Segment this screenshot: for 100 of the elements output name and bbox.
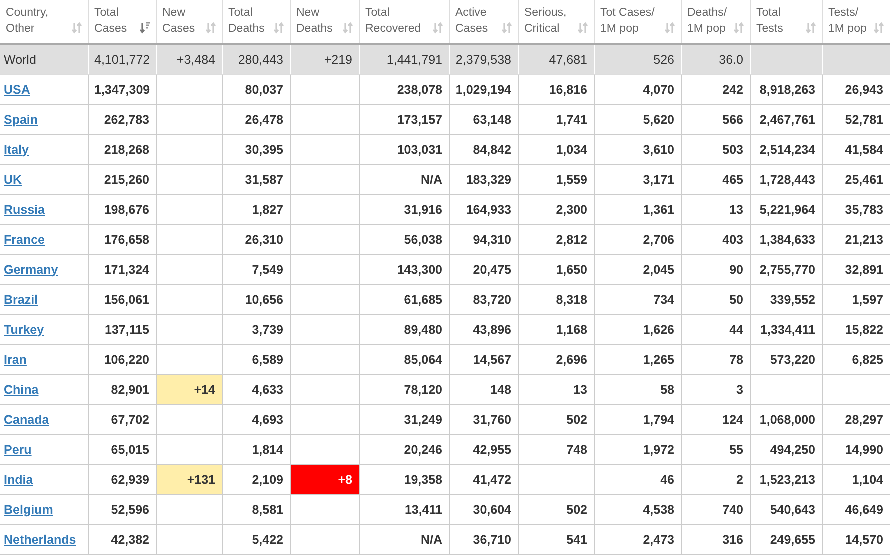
table-cell: 748: [518, 434, 594, 464]
table-cell: 85,064: [359, 344, 449, 374]
sort-icon: [206, 22, 216, 34]
table-cell: 526: [594, 44, 681, 74]
country-link[interactable]: India: [4, 472, 34, 486]
table-cell: 734: [594, 284, 681, 314]
table-cell: 62,939: [88, 464, 156, 494]
table-cell: 4,538: [594, 494, 681, 524]
country-link[interactable]: USA: [4, 82, 30, 96]
table-cell: 1,523,213: [750, 464, 822, 494]
country-link[interactable]: Brazil: [4, 292, 38, 306]
table-cell: 249,655: [750, 524, 822, 554]
table-cell: 103,031: [359, 134, 449, 164]
country-link[interactable]: France: [4, 232, 45, 246]
table-cell: 50: [681, 284, 750, 314]
table-cell: 80,037: [222, 74, 290, 104]
table-cell: 1,068,000: [750, 404, 822, 434]
table-cell: 502: [518, 404, 594, 434]
country-link[interactable]: Russia: [4, 202, 45, 216]
sort-icon: [502, 22, 512, 34]
table-cell: 61,685: [359, 284, 449, 314]
table-cell: 1,650: [518, 254, 594, 284]
table-cell: +219: [290, 44, 359, 74]
table-cell: 2,109: [222, 464, 290, 494]
table-cell: 65,015: [88, 434, 156, 464]
table-cell: 78: [681, 344, 750, 374]
table-cell: 41,472: [449, 464, 518, 494]
table-cell: 8,918,263: [750, 74, 822, 104]
country-link[interactable]: Belgium: [4, 502, 54, 516]
table-cell: 2,045: [594, 254, 681, 284]
table-cell: 26,478: [222, 104, 290, 134]
table-cell: 2,300: [518, 194, 594, 224]
table-cell: 3,171: [594, 164, 681, 194]
table-cell: 5,422: [222, 524, 290, 554]
table-cell: 8,318: [518, 284, 594, 314]
table-cell: 171,324: [88, 254, 156, 284]
table-cell: 56,038: [359, 224, 449, 254]
table-cell: 6,589: [222, 344, 290, 374]
table-cell: 540,643: [750, 494, 822, 524]
table-cell: 1,741: [518, 104, 594, 134]
country-link[interactable]: Spain: [4, 112, 38, 126]
table-cell: 403: [681, 224, 750, 254]
country-link[interactable]: Turkey: [4, 322, 44, 336]
country-link[interactable]: Peru: [4, 442, 32, 456]
table-cell: 1,361: [594, 194, 681, 224]
table-cell: 164,933: [449, 194, 518, 224]
table-cell: 503: [681, 134, 750, 164]
table-cell: 36,710: [449, 524, 518, 554]
table-cell: 2,755,770: [750, 254, 822, 284]
country-link[interactable]: Iran: [4, 352, 27, 366]
table-cell: 1,626: [594, 314, 681, 344]
table-cell: 89,480: [359, 314, 449, 344]
table-cell: 566: [681, 104, 750, 134]
table-cell: 2: [681, 464, 750, 494]
table-cell: 42,955: [449, 434, 518, 464]
table-cell: 2,473: [594, 524, 681, 554]
table-cell: 465: [681, 164, 750, 194]
country-link[interactable]: Germany: [4, 262, 58, 276]
country-link[interactable]: UK: [4, 172, 22, 186]
country-link[interactable]: Netherlands: [4, 532, 76, 546]
table-cell: 1,029,194: [449, 74, 518, 104]
sort-icon: [432, 22, 442, 34]
table-cell: 58: [594, 374, 681, 404]
table-cell: 1,728,443: [750, 164, 822, 194]
table-cell: 52,596: [88, 494, 156, 524]
country-link[interactable]: Canada: [4, 412, 50, 426]
table-cell: 2,812: [518, 224, 594, 254]
table-cell: N/A: [359, 524, 449, 554]
table-cell: 5,620: [594, 104, 681, 134]
table-cell: 63,148: [449, 104, 518, 134]
table-cell: 3,739: [222, 314, 290, 344]
table-cell: 46: [594, 464, 681, 494]
table-cell: 55: [681, 434, 750, 464]
table-cell: 339,552: [750, 284, 822, 314]
table-cell: 198,676: [88, 194, 156, 224]
table-cell: 242: [681, 74, 750, 104]
table-cell: +14: [156, 374, 222, 404]
table-cell: 316: [681, 524, 750, 554]
sort-icon: [874, 22, 884, 34]
table-cell: 16,816: [518, 74, 594, 104]
table-cell: 573,220: [750, 344, 822, 374]
table-cell: +3,484: [156, 44, 222, 74]
table-cell: 83,720: [449, 284, 518, 314]
table-cell: 2,514,234: [750, 134, 822, 164]
table-cell: 90: [681, 254, 750, 284]
table-cell: 82,901: [88, 374, 156, 404]
table-cell: 4,101,772: [88, 44, 156, 74]
sort-icon: [578, 22, 588, 34]
table-cell: 1,827: [222, 194, 290, 224]
table-cell: 13: [518, 374, 594, 404]
table-cell: 183,329: [449, 164, 518, 194]
table-cell: 1,559: [518, 164, 594, 194]
country-link[interactable]: China: [4, 382, 39, 396]
table-cell: 106,220: [88, 344, 156, 374]
table-cell: 176,658: [88, 224, 156, 254]
table-cell: 2,467,761: [750, 104, 822, 134]
table-cell: 84,842: [449, 134, 518, 164]
country-link[interactable]: Italy: [4, 142, 30, 156]
table-cell: 44: [681, 314, 750, 344]
table-cell: 10,656: [222, 284, 290, 314]
